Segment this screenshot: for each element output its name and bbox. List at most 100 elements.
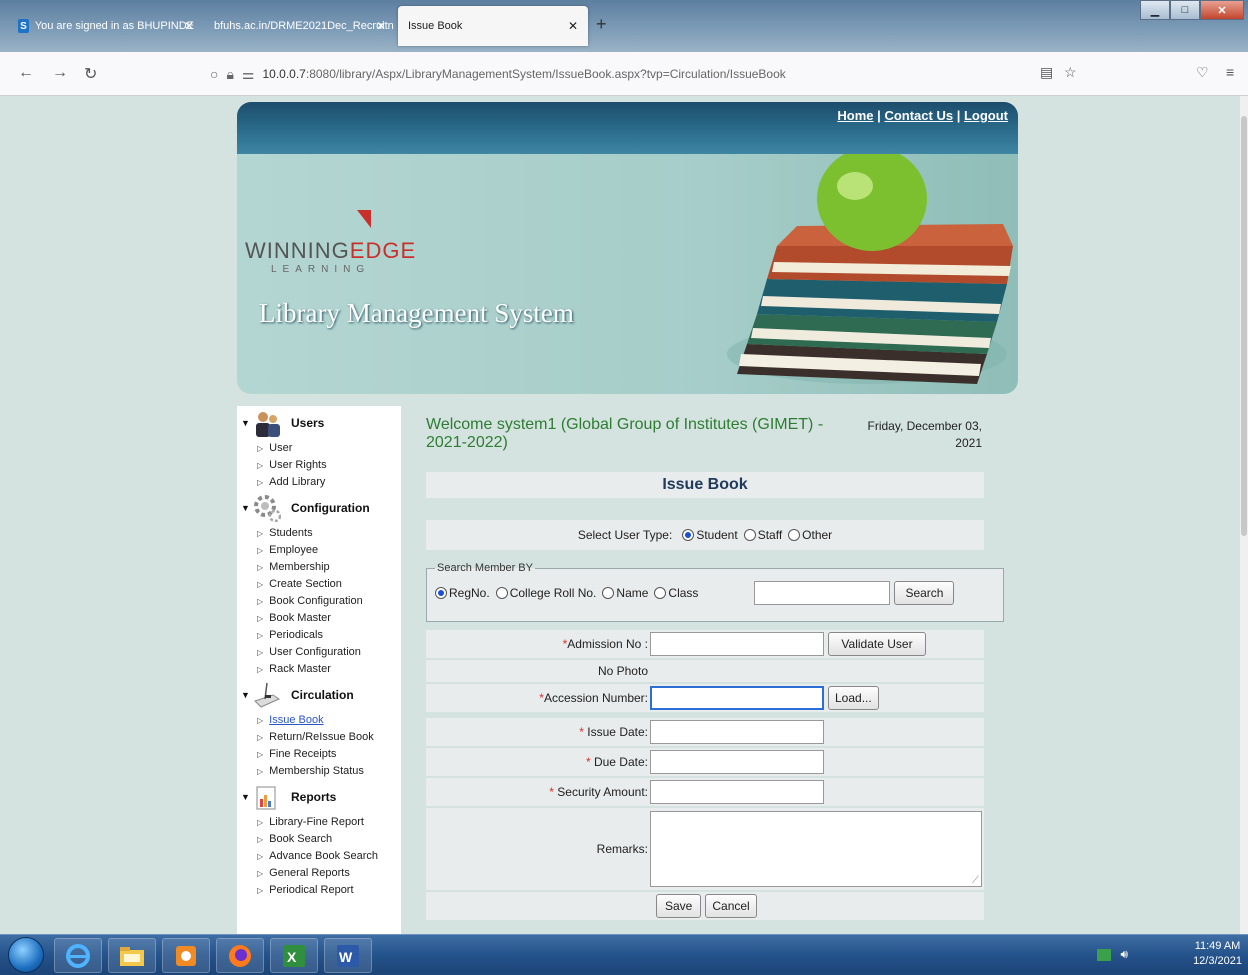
issue-date-input[interactable] <box>650 720 824 744</box>
cancel-button[interactable]: Cancel <box>705 894 757 918</box>
new-tab-button[interactable]: + <box>596 14 607 35</box>
window-close-icon[interactable]: ✕ <box>1200 0 1244 20</box>
minimize-icon[interactable]: ▁ <box>1140 0 1170 20</box>
logout-link[interactable]: Logout <box>964 108 1008 123</box>
bookmark-star-icon[interactable]: ☆ <box>1064 64 1077 81</box>
search-name-radio[interactable] <box>602 587 615 599</box>
reload-icon[interactable]: ↻ <box>84 64 97 84</box>
reader-view-icon[interactable]: ▤ <box>1040 64 1053 81</box>
menu-list-users: ▷ User ▷ User Rights ▷ Add Library <box>237 440 401 491</box>
menu-item-employee[interactable]: ▷ Employee <box>257 542 401 559</box>
remarks-textarea[interactable] <box>650 811 982 887</box>
menu-item-library-fine-report[interactable]: ▷ Library-Fine Report <box>257 814 401 831</box>
home-link[interactable]: Home <box>837 108 873 123</box>
menu-item-membership[interactable]: ▷ Membership <box>257 559 401 576</box>
search-regno-radio[interactable] <box>435 587 447 599</box>
user-type-staff-radio[interactable] <box>743 529 756 541</box>
excel-icon[interactable]: X <box>270 938 318 973</box>
menu-item-periodical-report[interactable]: ▷ Periodical Report <box>257 882 401 899</box>
close-icon[interactable]: ✕ <box>184 19 194 33</box>
arrow-right-icon: ▷ <box>257 563 264 572</box>
menu-item-rack-master[interactable]: ▷ Rack Master <box>257 661 401 678</box>
menu-item-label[interactable]: Issue Book <box>269 714 323 726</box>
forward-icon[interactable]: → <box>52 64 68 82</box>
accession-label: *Accession Number: <box>426 691 650 705</box>
brand-subtitle: LEARNING <box>271 264 371 275</box>
menu-section-users[interactable]: ▼ Users <box>237 406 401 440</box>
network-icon[interactable] <box>1097 948 1112 961</box>
security-amount-input[interactable] <box>650 780 824 804</box>
admission-row: *Admission No : Validate User <box>426 630 984 658</box>
internet-explorer-icon[interactable] <box>54 938 102 973</box>
menu-item-fine-receipts[interactable]: ▷ Fine Receipts <box>257 746 401 763</box>
collapse-triangle-icon[interactable]: ▼ <box>241 418 253 428</box>
start-button-icon[interactable] <box>8 937 44 973</box>
search-college-roll-radio[interactable] <box>495 587 508 599</box>
close-icon[interactable]: ✕ <box>376 19 386 33</box>
outlook-icon[interactable] <box>162 938 210 973</box>
menu-item-create-section[interactable]: ▷ Create Section <box>257 576 401 593</box>
volume-icon[interactable]: 🔊︎ <box>1120 947 1128 961</box>
pocket-icon[interactable]: ♡ <box>1196 64 1209 81</box>
search-button[interactable]: Search <box>894 581 955 605</box>
page-scrollbar[interactable] <box>1240 96 1248 934</box>
menu-item-membership-status[interactable]: ▷ Membership Status <box>257 763 401 780</box>
load-button[interactable]: Load... <box>828 686 879 710</box>
menu-item-return-reissue-book[interactable]: ▷ Return/ReIssue Book <box>257 729 401 746</box>
browser-tab-active[interactable]: Issue Book ✕ <box>398 6 588 46</box>
menu-item-label: Return/ReIssue Book <box>269 731 374 743</box>
maximize-icon[interactable]: □ <box>1170 0 1200 20</box>
firefox-icon[interactable] <box>216 938 264 973</box>
close-icon[interactable]: ✕ <box>568 19 578 33</box>
menu-icon[interactable]: ≡ <box>1226 64 1234 80</box>
user-type-other-radio[interactable] <box>788 529 801 541</box>
permissions-icon: ⚌ <box>241 65 255 82</box>
contact-us-link[interactable]: Contact Us <box>884 108 953 123</box>
menu-item-user[interactable]: ▷ User <box>257 440 401 457</box>
file-explorer-icon[interactable] <box>108 938 156 973</box>
left-menu: ▼ Users ▷ User ▷ User Rights ▷ Add Library … <box>237 406 401 934</box>
menu-item-students[interactable]: ▷ Students <box>257 525 401 542</box>
collapse-triangle-icon[interactable]: ▼ <box>241 792 253 802</box>
menu-item-advance-book-search[interactable]: ▷ Advance Book Search <box>257 848 401 865</box>
collapse-triangle-icon[interactable]: ▼ <box>241 690 253 700</box>
label-text: Security Amount: <box>553 785 648 799</box>
menu-item-book-master[interactable]: ▷ Book Master <box>257 610 401 627</box>
user-type-student-radio[interactable] <box>682 529 695 541</box>
menu-section-reports[interactable]: ▼ Reports <box>237 780 401 814</box>
shield-icon: ○ <box>210 66 219 82</box>
word-icon[interactable]: W <box>324 938 372 973</box>
menu-item-user-rights[interactable]: ▷ User Rights <box>257 457 401 474</box>
menu-item-issue-book[interactable]: ▷ Issue Book <box>257 712 401 729</box>
menu-item-add-library[interactable]: ▷ Add Library <box>257 474 401 491</box>
url-bar[interactable]: ○ 🔒︎ ⚌ 10.0.0.7 :8080/library/Aspx/Libra… <box>210 60 1080 88</box>
due-date-input[interactable] <box>650 750 824 774</box>
radio-label: Other <box>802 528 833 542</box>
arrow-right-icon: ▷ <box>257 852 264 861</box>
admission-no-input[interactable] <box>650 632 824 656</box>
security-amount-label: * Security Amount: <box>426 785 650 799</box>
menu-item-periodicals[interactable]: ▷ Periodicals <box>257 627 401 644</box>
menu-section-configuration[interactable]: ▼ Configuration <box>237 491 401 525</box>
search-class-radio[interactable] <box>654 587 667 599</box>
menu-item-book-search[interactable]: ▷ Book Search <box>257 831 401 848</box>
system-clock[interactable]: 11:49 AM 12/3/2021 <box>1193 939 1242 969</box>
tab-label: bfuhs.ac.in/DRME2021Dec_Recruitn <box>214 20 394 32</box>
accession-number-input[interactable] <box>650 686 824 710</box>
validate-user-button[interactable]: Validate User <box>828 632 926 656</box>
menu-item-book-configuration[interactable]: ▷ Book Configuration <box>257 593 401 610</box>
menu-item-general-reports[interactable]: ▷ General Reports <box>257 865 401 882</box>
collapse-triangle-icon[interactable]: ▼ <box>241 503 253 513</box>
browser-tab-1[interactable]: S You are signed in as BHUPINDE ✕ <box>8 8 204 44</box>
issue-date-label: * Issue Date: <box>426 725 650 739</box>
clock-time: 11:49 AM <box>1194 940 1241 952</box>
browser-tab-2[interactable]: bfuhs.ac.in/DRME2021Dec_Recruitn ✕ <box>204 8 396 44</box>
link-separator: | <box>956 108 961 123</box>
menu-item-user-configuration[interactable]: ▷ User Configuration <box>257 644 401 661</box>
scrollbar-thumb[interactable] <box>1241 116 1247 536</box>
menu-section-circulation[interactable]: ▼ Circulation <box>237 678 401 712</box>
back-icon[interactable]: ← <box>18 64 34 82</box>
page-title: Issue Book <box>426 472 984 498</box>
save-button[interactable]: Save <box>656 894 702 918</box>
search-input[interactable] <box>754 581 891 605</box>
